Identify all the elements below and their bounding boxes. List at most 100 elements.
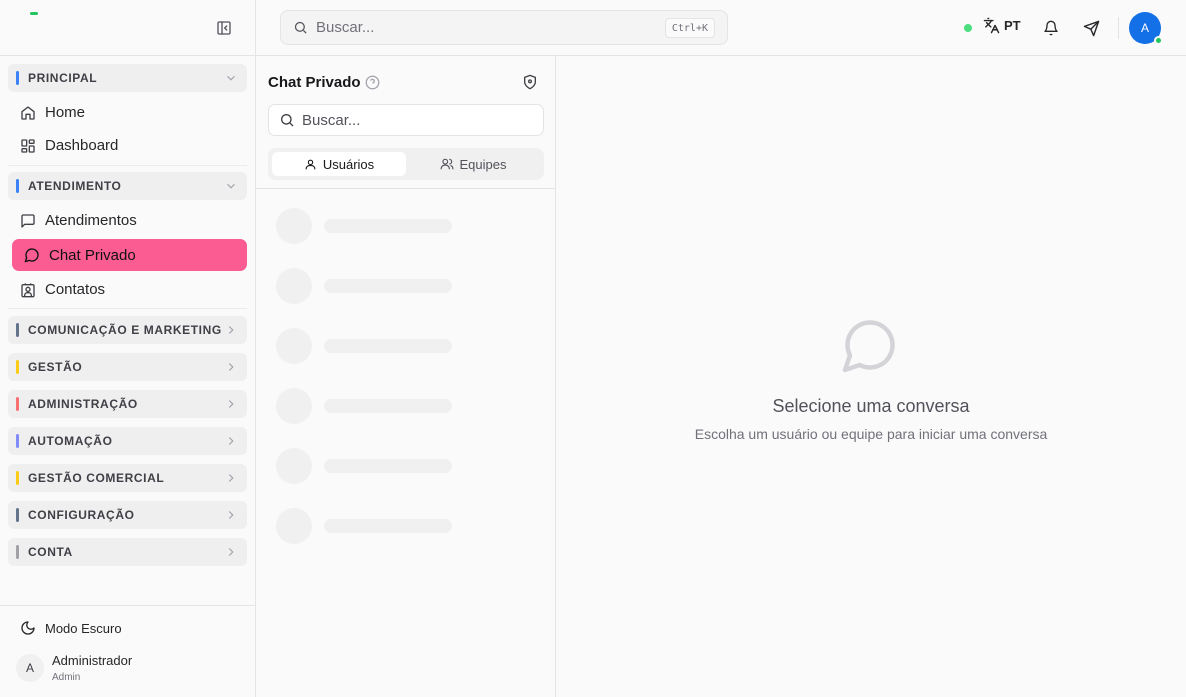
message-circle-icon [842,320,895,373]
chevron-down-icon [227,75,235,81]
group-color-bar [16,508,19,522]
chat-search[interactable] [268,104,544,136]
conversation-empty-state: Selecione uma conversa Escolha um usuári… [556,56,1186,697]
group-gestao-comercial[interactable]: GESTÃO COMERCIAL [8,464,247,492]
group-color-bar [16,360,19,374]
group-color-bar [16,471,19,485]
group-color-bar [16,179,19,193]
global-search[interactable]: Ctrl+K [280,10,728,45]
group-configuracao[interactable]: CONFIGURAÇÃO [8,501,247,529]
skeleton-avatar [276,508,312,544]
chat-list-panel: Chat Privado Usuários Equipes [256,56,556,697]
empty-state-subtitle: Escolha um usuário ou equipe para inicia… [694,426,1048,442]
group-label: CONFIGURAÇÃO [28,508,135,522]
group-label: ADMINISTRAÇÃO [28,397,138,411]
group-atendimento[interactable]: ATENDIMENTO [8,172,247,200]
sidebar-item-label: Chat Privado [49,246,136,264]
panel-left-icon [217,21,231,35]
sidebar-footer: Modo Escuro A Administrador Admin [0,605,255,697]
chevron-right-icon [228,326,234,334]
user-profile[interactable]: A Administrador Admin [16,653,132,683]
skeleton-avatar [276,388,312,424]
notifications-button[interactable] [1040,17,1062,39]
sidebar-item-dashboard[interactable]: Dashboard [8,129,247,162]
sidebar-item-label: Contatos [45,281,106,298]
skeleton-line [324,519,452,533]
empty-state-title: Selecione uma conversa [772,396,970,416]
group-gestao[interactable]: GESTÃO [8,353,247,381]
group-conta[interactable]: CONTA [8,538,247,566]
logo [30,12,38,15]
dark-mode-toggle[interactable]: Modo Escuro [20,620,122,636]
user-role: Admin [52,672,81,683]
chevron-right-icon [228,363,234,371]
group-label: AUTOMAÇÃO [28,434,113,448]
users-icon [440,158,453,170]
moon-icon [21,621,35,635]
skeleton-list-item [276,388,476,424]
search-icon [281,114,294,127]
online-indicator [1154,36,1163,45]
home-icon [21,105,35,120]
group-comunicacao-marketing[interactable]: COMUNICAÇÃO E MARKETING [8,316,247,344]
sidebar-item-home[interactable]: Home [8,96,247,129]
user-icon [305,159,316,169]
top-bar: Ctrl+K PT A [256,0,1186,56]
chevron-right-icon [228,437,234,445]
chevron-right-icon [228,400,234,408]
group-label: CONTA [28,545,73,559]
chevron-right-icon [228,474,234,482]
group-principal[interactable]: PRINCIPAL [8,64,247,92]
avatar-initial: A [1140,21,1149,35]
sidebar-item-label: Dashboard [45,137,119,154]
sidebar-item-label: Home [45,104,86,121]
tab-usuarios[interactable]: Usuários [272,152,406,176]
divider [1118,17,1119,39]
chevron-right-icon [228,511,234,519]
skeleton-list-item [276,448,476,484]
skeleton-avatar [276,208,312,244]
languages-icon [983,17,1000,34]
connection-status-dot [964,24,972,32]
chevron-down-icon [227,183,235,189]
group-label: ATENDIMENTO [28,179,122,193]
help-circle-icon[interactable] [365,75,380,90]
sidebar-item-contatos[interactable]: Contatos [8,273,247,306]
tab-equipes[interactable]: Equipes [406,152,540,176]
group-label: COMUNICAÇÃO E MARKETING [28,323,222,337]
collapse-sidebar-button[interactable] [213,18,235,38]
group-label: PRINCIPAL [28,71,98,85]
user-name: Administrador [52,653,133,668]
group-color-bar [16,434,19,448]
send-button[interactable] [1080,17,1102,39]
group-color-bar [16,71,19,85]
skeleton-avatar [276,448,312,484]
sidebar-item-chat-privado[interactable]: Chat Privado [12,239,247,271]
search-shortcut: Ctrl+K [664,18,715,38]
group-label: GESTÃO COMERCIAL [28,471,165,485]
user-avatar[interactable]: A [1129,12,1163,45]
group-automacao[interactable]: AUTOMAÇÃO [8,427,247,455]
dark-mode-label: Modo Escuro [45,620,122,636]
tab-label: Equipes [459,156,507,172]
message-square-icon [21,213,35,228]
group-administracao[interactable]: ADMINISTRAÇÃO [8,390,247,418]
chat-search-input[interactable] [302,111,532,129]
dashboard-icon [21,138,35,153]
group-color-bar [16,545,19,559]
group-color-bar [16,397,19,411]
sidebar: PRINCIPAL Home Dashboard ATENDIMENTO Ate… [0,0,256,697]
skeleton-avatar [276,268,312,304]
divider [256,188,555,189]
skeleton-list-item [276,268,476,304]
group-color-bar [16,323,19,337]
send-icon [1083,20,1099,36]
chevron-right-icon [228,548,234,556]
skeleton-line [324,219,452,233]
shield-icon[interactable] [522,74,538,90]
language-selector[interactable]: PT [983,17,1021,34]
skeleton-list-item [276,208,476,244]
skeleton-list-item [276,508,476,544]
search-input[interactable] [316,19,646,36]
sidebar-item-atendimentos[interactable]: Atendimentos [8,204,247,237]
